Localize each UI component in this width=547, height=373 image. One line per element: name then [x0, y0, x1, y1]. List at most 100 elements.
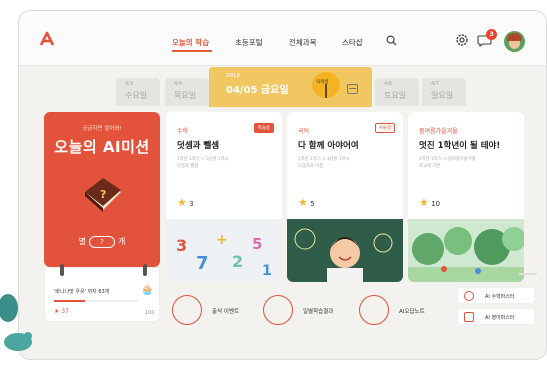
- calendar-icon[interactable]: [347, 84, 358, 94]
- attendance-label: 출석 이벤트: [212, 309, 240, 315]
- svg-text:2: 2: [232, 252, 243, 271]
- subject-card-math[interactable]: 수학 학습용 덧셈과 뺄셈 1학년 1학기 > 3단원 1차시 덧셈과 뺄셈 ★…: [166, 112, 282, 282]
- forest-illustration-image: [408, 219, 524, 282]
- child-chalkboard-image: [287, 219, 403, 282]
- star-icon: ★: [419, 196, 429, 209]
- mystery-book-icon: ?: [85, 178, 121, 212]
- ai-english-label: AI 영어마스터: [485, 315, 515, 321]
- subject-desc-line1: 1학년 1학기 > 3단원 1차시: [298, 157, 350, 162]
- english-master-icon: [464, 312, 474, 322]
- holiday-tag: 식목일: [312, 72, 340, 98]
- ai-math-label: AI 수학마스터: [485, 294, 515, 300]
- subject-category: 봄여름가을겨울: [419, 128, 458, 135]
- ai-math-master-button[interactable]: AI 수학마스터: [457, 287, 535, 304]
- report-icon: [263, 295, 293, 325]
- svg-text:7: 7: [196, 253, 209, 274]
- star-count-value: 5: [310, 200, 315, 208]
- day-tab-4-6[interactable]: 4/6 토요일: [375, 78, 419, 106]
- cake-icon: 🧁: [141, 285, 154, 296]
- subject-star-count: ★ 10: [419, 196, 440, 209]
- today-date: 04/05 금요일: [226, 85, 289, 96]
- subject-desc-line1: 1학년 1학기 > 봄여름가을겨울: [419, 157, 476, 162]
- day-tab-today[interactable]: 2019 04/05 금요일 식목일: [209, 67, 372, 107]
- mission-title: 오늘의 AI미션: [54, 138, 150, 156]
- subject-desc-line2: 덧셈과 뺄셈: [177, 164, 199, 169]
- avatar-hair: [507, 33, 522, 41]
- reward-progress-card[interactable]: '바나나맛 우유' 까지 63개 🧁 ★ 37 100: [44, 264, 160, 322]
- number-blocks-image: 3 7 + 2 5 1: [166, 219, 282, 282]
- gear-icon[interactable]: [455, 33, 469, 47]
- svg-text:+: +: [216, 232, 228, 248]
- progress-fill: [54, 300, 86, 302]
- holiday-label: 식목일: [316, 80, 329, 85]
- ai-wrong-note-label: AI오답노트: [399, 309, 425, 315]
- nav-all-subjects[interactable]: 전체과목: [289, 37, 317, 48]
- star-suffix: 개: [118, 237, 126, 246]
- subject-category: 수학: [177, 128, 189, 135]
- ai-mission-card[interactable]: 궁금하면 열어봐! 오늘의 AI미션 ? 별? 개: [44, 112, 160, 267]
- day-tab-4-3[interactable]: 4/3 수요일: [116, 78, 160, 106]
- star-prefix: 별: [78, 237, 86, 246]
- svg-text:1: 1: [262, 263, 272, 279]
- star-icon: ★: [298, 196, 308, 209]
- carousel-indicator[interactable]: [519, 273, 537, 275]
- nav-today-learning[interactable]: 오늘의 학습: [172, 37, 209, 48]
- day-date: 4/7: [431, 81, 440, 87]
- subject-star-count: ★ 5: [298, 196, 315, 209]
- day-date: 4/6: [384, 81, 393, 87]
- card-clip: [143, 264, 147, 276]
- subject-tag: 서술형: [374, 123, 395, 133]
- current-stars: ★ 37: [54, 308, 69, 315]
- star-icon: ★: [177, 196, 187, 209]
- app-frame: 오늘의 학습 초등포털 전체과목 스타샵 3 4/3 수요일 4/4 목요일 2…: [18, 10, 547, 360]
- day-weekday: 수요일: [125, 91, 148, 100]
- svg-text:5: 5: [252, 235, 262, 253]
- star-count-value: 3: [189, 200, 194, 208]
- reward-label: '바나나맛 우유' 까지 63개: [54, 289, 110, 295]
- math-master-icon: [464, 291, 474, 301]
- day-date: 4/3: [125, 81, 134, 87]
- character-decoration: [0, 294, 32, 351]
- svg-text:?: ?: [100, 188, 106, 201]
- tree-trunk: [325, 84, 327, 98]
- svg-text:3: 3: [176, 236, 187, 255]
- mission-subtitle: 궁금하면 열어봐!: [82, 126, 122, 132]
- star-unknown: ?: [89, 236, 115, 248]
- subject-card-korean[interactable]: 국어 서술형 다 함께 아야어여 1학년 1학기 > 3단원 1차시 모음자와 …: [287, 112, 403, 282]
- search-icon[interactable]: [386, 35, 397, 46]
- date-selector: 4/3 수요일 4/4 목요일 2019 04/05 금요일 식목일 4/6 토…: [19, 67, 546, 107]
- chart-icon: [359, 295, 389, 325]
- logo-icon[interactable]: [39, 31, 55, 47]
- subject-desc-line1: 1학년 1학기 > 3단원 1차시: [177, 157, 229, 162]
- subject-title: 덧셈과 뺄셈: [177, 141, 220, 151]
- day-weekday: 목요일: [174, 91, 197, 100]
- current-stars-value: 37: [61, 308, 69, 315]
- day-weekday: 토요일: [384, 91, 407, 100]
- day-tab-4-4[interactable]: 4/4 목요일: [165, 78, 209, 106]
- nav-star-shop[interactable]: 스타샵: [342, 37, 363, 48]
- subject-title: 멋진 1학년이 될 테야!: [419, 141, 501, 151]
- avatar[interactable]: [504, 31, 525, 52]
- subject-category: 국어: [298, 128, 310, 135]
- nav-elementary-portal[interactable]: 초등포털: [235, 37, 263, 48]
- day-tab-4-7[interactable]: 4/7 일요일: [422, 78, 466, 106]
- day-date: 4/4: [174, 81, 183, 87]
- notification-badge: 3: [486, 29, 497, 40]
- attendance-icon: [172, 295, 202, 325]
- star-count-value: 10: [431, 200, 441, 208]
- card-clip: [60, 264, 64, 276]
- subject-card-seasons[interactable]: 봄여름가을겨울 멋진 1학년이 될 테야! 1학년 1학기 > 봄여름가을겨울 …: [408, 112, 524, 282]
- subject-desc-line2: 모음자와 이름: [298, 164, 324, 169]
- daily-result-label: 일별학습결과: [303, 309, 334, 315]
- ai-english-master-button[interactable]: AI 영어마스터: [457, 308, 535, 325]
- subject-desc-line2: 학교에 가면: [419, 164, 441, 169]
- active-tab-indicator: [172, 50, 212, 52]
- subject-tag: 학습용: [253, 123, 274, 133]
- max-stars: 100: [145, 310, 155, 316]
- day-weekday: 일요일: [431, 91, 454, 100]
- subject-star-count: ★ 3: [177, 196, 194, 209]
- today-year: 2019: [226, 73, 240, 79]
- top-bar: 오늘의 학습 초등포털 전체과목 스타샵 3: [19, 11, 546, 66]
- progress-track: [54, 300, 138, 302]
- mission-star-count: 별? 개: [44, 236, 160, 248]
